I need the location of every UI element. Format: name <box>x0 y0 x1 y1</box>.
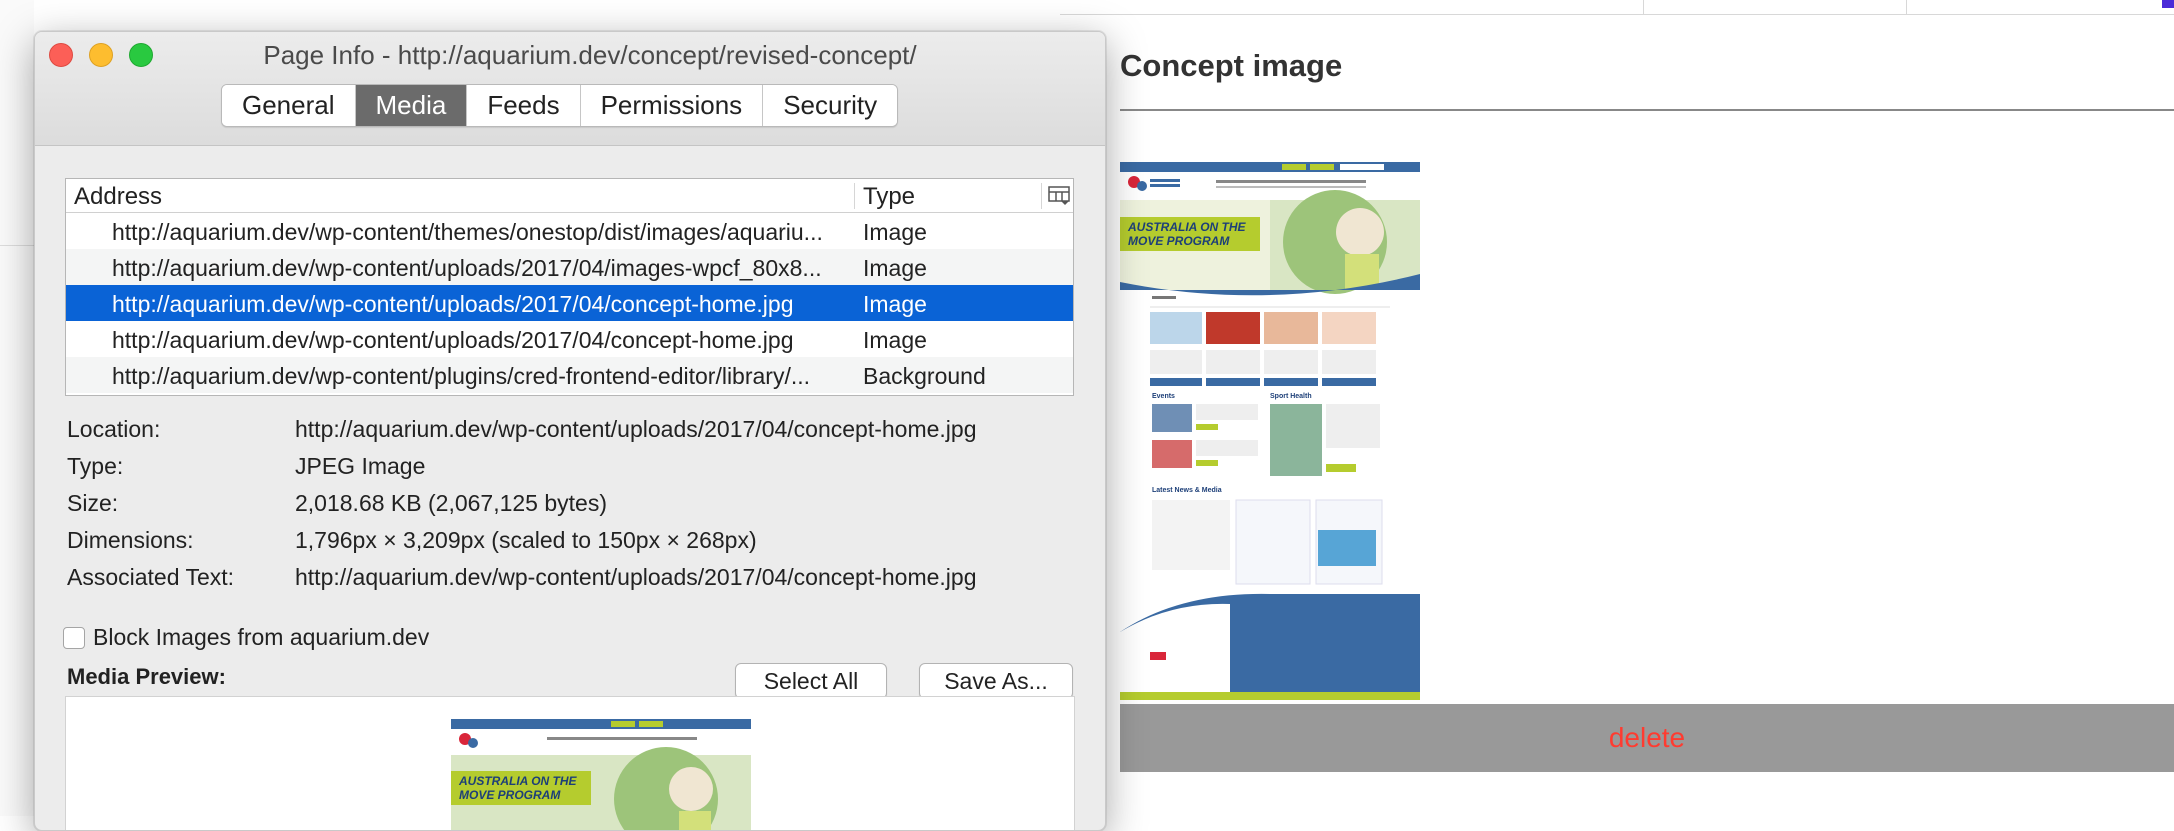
purple-accent <box>2162 0 2174 8</box>
select-all-button[interactable]: Select All <box>735 663 887 699</box>
page-info-dialog: Page Info - http://aquarium.dev/concept/… <box>34 31 1106 831</box>
dialog-titlebar: Page Info - http://aquarium.dev/concept/… <box>35 32 1105 146</box>
type-column-header[interactable]: Type <box>863 183 915 211</box>
media-preview-box: AUSTRALIA ON THE MOVE PROGRAM <box>65 696 1075 830</box>
heading-rule <box>1120 109 2174 111</box>
delete-button[interactable]: delete <box>1120 704 2174 772</box>
table-row[interactable]: http://aquarium.dev/wp-content/uploads/2… <box>66 249 1073 285</box>
row-type: Image <box>863 219 927 245</box>
tab-media[interactable]: Media <box>355 85 468 126</box>
preview-banner-line2: MOVE PROGRAM <box>459 788 561 802</box>
tab-permissions[interactable]: Permissions <box>580 85 764 126</box>
preview-banner-line1: AUSTRALIA ON THE <box>458 774 578 788</box>
concept-image-thumbnail[interactable]: AUSTRALIA ON THE MOVE PROGRAM Events Spo… <box>1120 162 1420 700</box>
detail-label: Dimensions: <box>67 527 194 553</box>
detail-value: http://aquarium.dev/wp-content/uploads/2… <box>295 416 977 442</box>
media-table[interactable]: Address Type http://aquarium.dev/wp-cont… <box>65 178 1074 396</box>
tab-general[interactable]: General <box>222 85 356 126</box>
media-preview-label: Media Preview: <box>67 664 226 689</box>
save-as-button[interactable]: Save As... <box>919 663 1073 699</box>
top-column-divider <box>1906 0 1907 15</box>
table-row[interactable]: http://aquarium.dev/wp-content/uploads/2… <box>66 321 1073 357</box>
top-column-divider <box>1643 0 1644 15</box>
thumb-sport-health-label: Sport Health <box>1270 393 1312 400</box>
tab-bar: General Media Feeds Permissions Security <box>221 84 899 127</box>
table-header: Address Type <box>66 179 1073 213</box>
detail-value: http://aquarium.dev/wp-content/uploads/2… <box>295 564 977 590</box>
detail-value: 1,796px × 3,209px (scaled to 150px × 268… <box>295 527 757 553</box>
row-address: http://aquarium.dev/wp-content/uploads/2… <box>112 291 794 317</box>
concept-image-heading: Concept image <box>1120 48 1343 83</box>
left-page-edge <box>0 0 34 816</box>
row-address: http://aquarium.dev/wp-content/uploads/2… <box>112 327 794 353</box>
preview-website-image: AUSTRALIA ON THE MOVE PROGRAM <box>451 719 751 830</box>
table-row-selected[interactable]: http://aquarium.dev/wp-content/uploads/2… <box>66 285 1073 321</box>
row-type: Image <box>863 255 927 281</box>
column-divider <box>854 183 855 209</box>
table-row[interactable]: http://aquarium.dev/wp-content/themes/on… <box>66 213 1073 249</box>
block-images-option[interactable]: Block Images from aquarium.dev <box>63 624 429 651</box>
detail-label: Size: <box>67 490 119 516</box>
row-type: Image <box>863 291 927 317</box>
tab-feeds[interactable]: Feeds <box>467 85 581 126</box>
detail-value: JPEG Image <box>295 453 426 479</box>
address-column-header[interactable]: Address <box>74 183 162 211</box>
row-type: Image <box>863 327 927 353</box>
tab-security[interactable]: Security <box>763 85 898 126</box>
block-images-checkbox[interactable] <box>63 626 85 649</box>
block-images-label[interactable]: Block Images from aquarium.dev <box>93 624 429 651</box>
row-address: http://aquarium.dev/wp-content/plugins/c… <box>112 363 811 389</box>
detail-label: Type: <box>67 453 124 479</box>
thumb-banner-line2: MOVE PROGRAM <box>1128 234 1230 248</box>
window-title: Page Info - http://aquarium.dev/concept/… <box>263 40 917 70</box>
thumb-events-label: Events <box>1152 393 1175 400</box>
row-address: http://aquarium.dev/wp-content/uploads/2… <box>112 255 822 281</box>
row-address: http://aquarium.dev/wp-content/themes/on… <box>112 219 823 245</box>
row-type: Background <box>863 363 986 389</box>
column-divider <box>1041 183 1042 209</box>
thumb-news-label: Latest News & Media <box>1152 487 1222 494</box>
media-preview-image: AUSTRALIA ON THE MOVE PROGRAM <box>451 719 751 830</box>
top-table-border <box>1060 14 2174 15</box>
column-picker-icon[interactable] <box>1048 186 1070 206</box>
left-edge-divider <box>0 245 34 246</box>
table-row[interactable]: http://aquarium.dev/wp-content/plugins/c… <box>66 357 1073 393</box>
detail-value: 2,018.68 KB (2,067,125 bytes) <box>295 490 607 516</box>
detail-label: Associated Text: <box>67 564 235 590</box>
detail-label: Location: <box>67 416 161 442</box>
website-mockup-image: AUSTRALIA ON THE MOVE PROGRAM Events Spo… <box>1120 162 1420 700</box>
thumb-banner-line1: AUSTRALIA ON THE <box>1127 220 1247 234</box>
